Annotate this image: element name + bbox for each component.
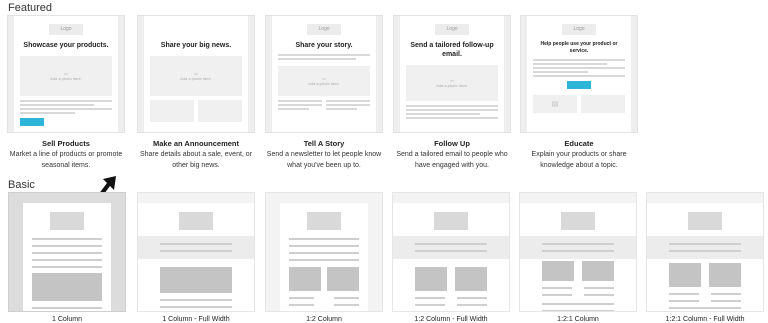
thumb-photo-placeholder: ▭ Add a photo here. (20, 56, 112, 96)
image-placeholder (160, 267, 232, 293)
template-name: Make an Announcement (153, 139, 239, 148)
layout-card-1-2-1-column[interactable]: 1:2:1 Column (519, 192, 637, 323)
thumb-button (567, 81, 591, 89)
template-description: Market a line of products or promote sea… (9, 151, 123, 169)
image-placeholder-right (327, 267, 359, 291)
featured-section-title: Featured (8, 2, 53, 14)
thumb-heading: Share your story. (295, 42, 353, 49)
image-placeholder-right (709, 263, 741, 287)
logo-placeholder (179, 212, 213, 230)
template-card-sell-products[interactable]: Logo Showcase your products. ▭ Add a pho… (7, 15, 125, 171)
thumb-text-lines (533, 59, 625, 77)
template-name: Tell A Story (303, 139, 345, 148)
thumb-text-lines (406, 105, 498, 119)
template-description: Explain your products or share knowledge… (531, 151, 627, 169)
layout-card-1-2-1-column-full-width[interactable]: 1:2:1 Column - Full Width (646, 192, 764, 323)
logo-placeholder (561, 212, 595, 230)
thumb-logo-placeholder: Logo (307, 24, 341, 35)
thumb-button (20, 118, 44, 126)
thumb-photo-label: Add a photo here. (436, 83, 468, 88)
template-name: Follow Up (434, 139, 470, 148)
thumb-photo-label: Add a photo here. (308, 81, 340, 86)
layout-card-1-column-full-width[interactable]: 1 Column - Full Width (137, 192, 255, 323)
layout-thumbnail[interactable] (519, 192, 637, 312)
thumb-photo-label: Add a photo here. (50, 76, 82, 81)
thumb-photo-placeholder: ▭ Add a photo here. (278, 66, 370, 96)
logo-placeholder (434, 212, 468, 230)
layout-name: 1:2:1 Column - Full Width (665, 316, 745, 323)
layout-thumbnail[interactable] (392, 192, 510, 312)
layout-card-1-2-column-full-width[interactable]: 1:2 Column - Full Width (392, 192, 510, 323)
layout-name: 1:2 Column (306, 316, 342, 323)
thumb-heading: Help people use your product or service. (540, 41, 618, 54)
template-description: Share details about a sale, event, or ot… (139, 151, 253, 169)
thumb-logo-placeholder: Logo (49, 24, 83, 35)
logo-placeholder (307, 212, 341, 230)
thumb-heading: Send a tailored follow-up email. (410, 42, 494, 58)
layout-thumbnail[interactable] (265, 192, 383, 312)
thumb-text-lines (278, 54, 370, 60)
thumb-two-column-text (278, 100, 370, 112)
image-placeholder-right (455, 267, 487, 291)
template-description: Send a newsletter to let people know wha… (266, 151, 382, 169)
template-card-educate[interactable]: Logo Help people use your product or ser… (520, 15, 638, 171)
thumb-logo-placeholder: Logo (562, 24, 596, 35)
logo-placeholder (688, 212, 722, 230)
thumb-photo-placeholder: ▭ Add a photo here. (406, 65, 498, 101)
layout-thumbnail[interactable] (646, 192, 764, 312)
template-name: Sell Products (42, 139, 90, 148)
layout-name: 1:2 Column - Full Width (414, 316, 488, 323)
basic-section-title: Basic (8, 179, 35, 191)
layout-card-1-column[interactable]: 1 Column (8, 192, 126, 323)
template-name: Educate (564, 139, 594, 148)
image-placeholder-left (289, 267, 321, 291)
thumb-heading: Showcase your products. (23, 42, 109, 49)
template-description: Send a tailored email to people who have… (396, 151, 508, 169)
layout-thumbnail[interactable] (8, 192, 126, 312)
book-icon: ▤ (533, 95, 577, 113)
template-card-follow-up[interactable]: Logo Send a tailored follow-up email. ▭ … (393, 15, 511, 171)
template-thumbnail[interactable]: Logo Send a tailored follow-up email. ▭ … (393, 15, 511, 133)
thumb-logo-placeholder: Logo (435, 24, 469, 35)
image-placeholder-right (582, 261, 614, 281)
layout-name: 1:2:1 Column (557, 316, 599, 323)
template-thumbnail[interactable]: Share your big news. ▭ Add a photo here. (137, 15, 255, 133)
template-thumbnail[interactable]: Logo Help people use your product or ser… (520, 15, 638, 133)
thumb-photo-label: Add a photo here. (180, 76, 212, 81)
image-placeholder-left (542, 261, 574, 281)
template-card-make-an-announcement[interactable]: Share your big news. ▭ Add a photo here.… (137, 15, 255, 171)
image-placeholder-left (415, 267, 447, 291)
thumb-photo-placeholder: ▭ Add a photo here. (150, 56, 242, 96)
layout-name: 1 Column - Full Width (162, 316, 230, 323)
template-card-tell-a-story[interactable]: Logo Share your story. ▭ Add a photo her… (265, 15, 383, 171)
template-thumbnail[interactable]: Logo Share your story. ▭ Add a photo her… (265, 15, 383, 133)
layout-thumbnail[interactable] (137, 192, 255, 312)
logo-placeholder (50, 212, 84, 230)
thumb-photo-row (150, 100, 242, 122)
template-thumbnail[interactable]: Logo Showcase your products. ▭ Add a pho… (7, 15, 125, 133)
layout-name: 1 Column (52, 316, 82, 323)
thumb-photo-row: ▤ (533, 95, 625, 113)
thumb-heading: Share your big news. (160, 42, 232, 49)
thumb-text-lines (20, 100, 112, 114)
image-placeholder-left (669, 263, 701, 287)
image-placeholder (32, 273, 102, 301)
layout-card-1-2-column[interactable]: 1:2 Column (265, 192, 383, 323)
